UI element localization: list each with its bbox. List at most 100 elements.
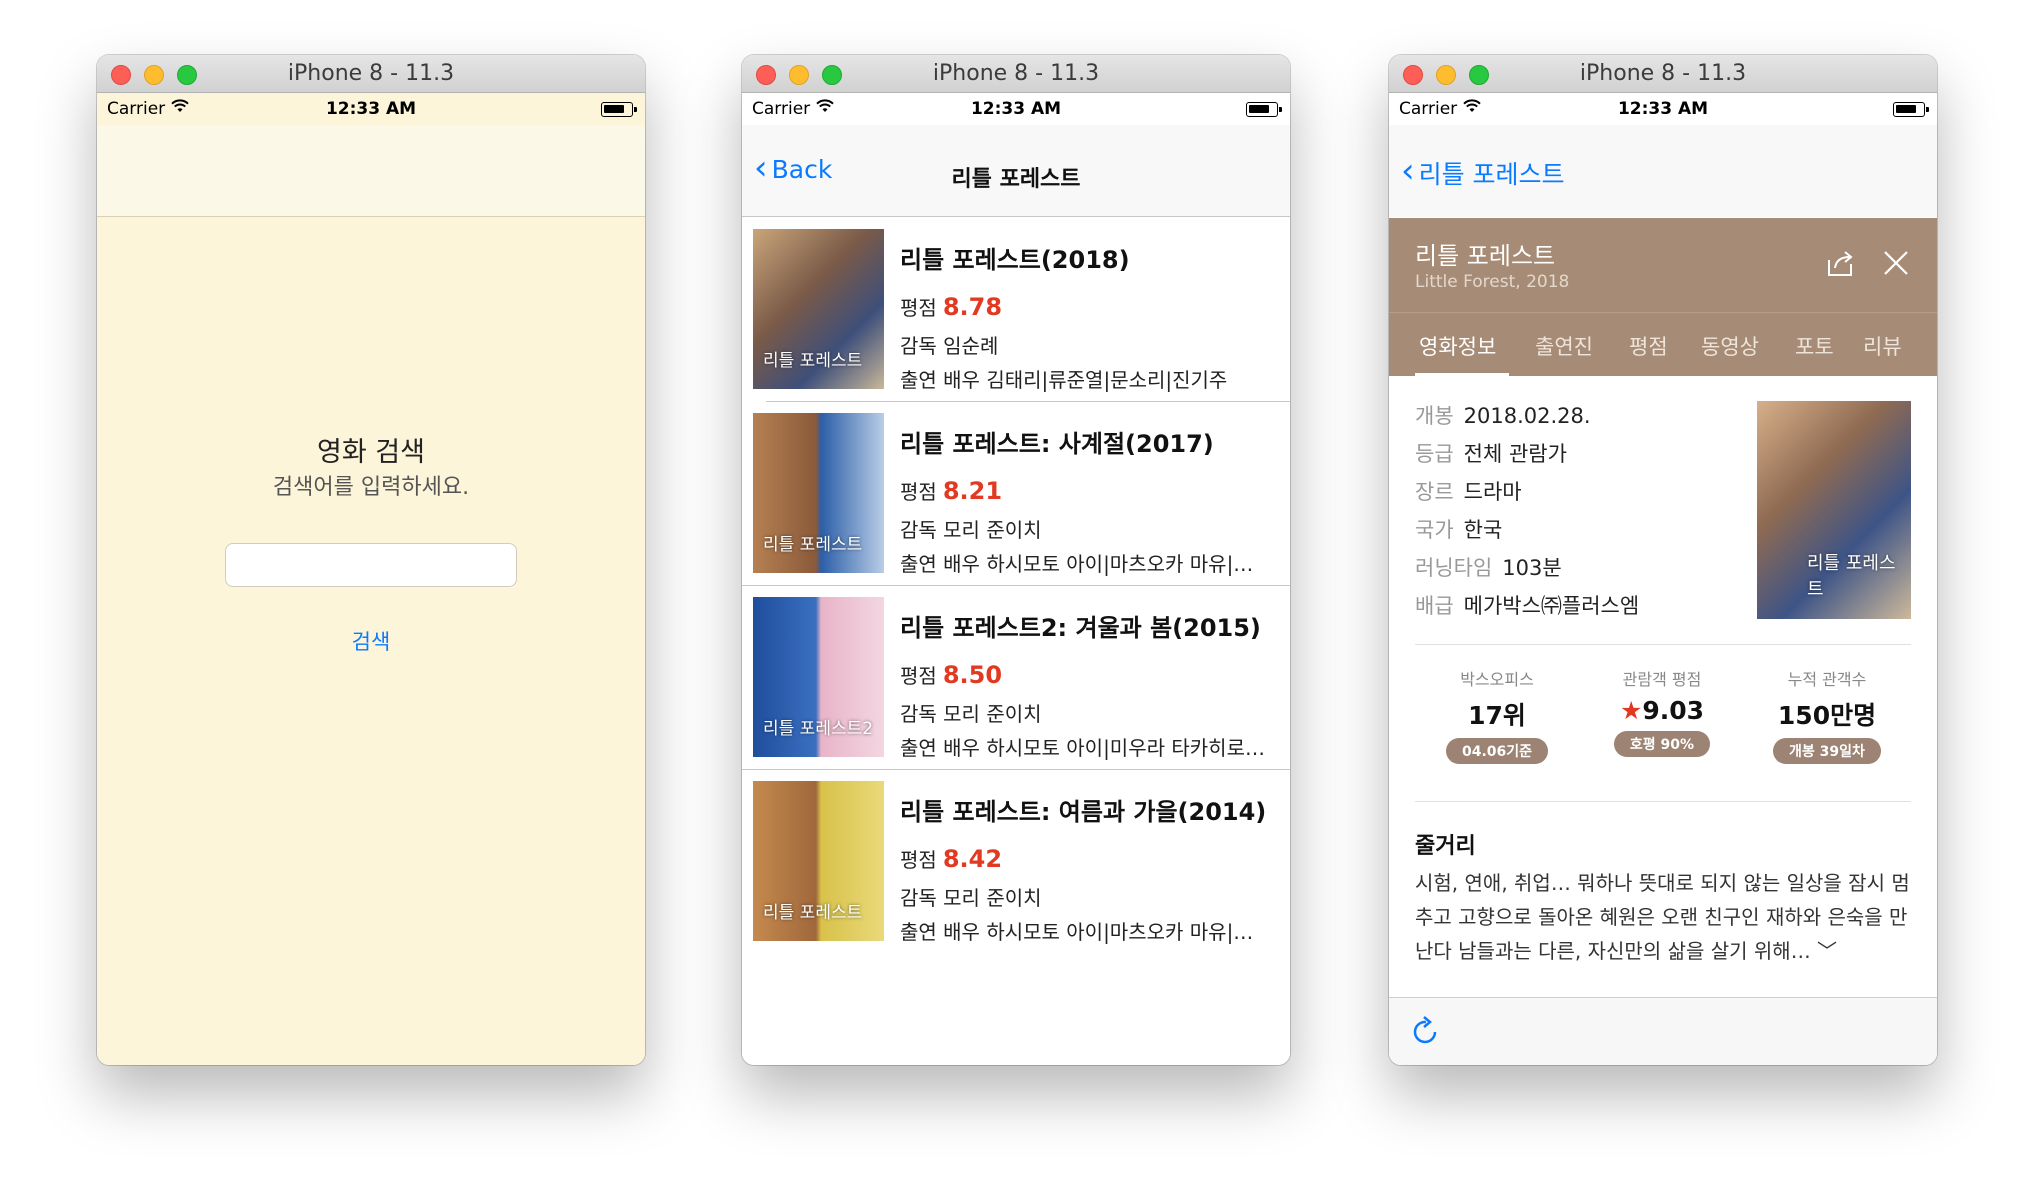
status-bar: Carrier 12:33 AM: [97, 93, 645, 125]
search-input[interactable]: [225, 543, 517, 587]
tab-video[interactable]: 동영상: [1701, 331, 1759, 361]
plot-heading: 줄거리: [1415, 834, 1476, 859]
search-screen: Carrier 12:33 AM 영화 검색 검색어를 입력하세요. 검색: [97, 93, 645, 1065]
info-country: 국가 한국: [1415, 518, 1503, 542]
info-grade: 등급 전체 관람가: [1415, 442, 1567, 466]
stat-label: 누적 관객수: [1787, 670, 1867, 689]
status-time: 12:33 AM: [970, 99, 1062, 119]
movie-row[interactable]: 리틀 포레스트2 리틀 포레스트2: 겨울과 봄(2015) 평점 8.50 감독…: [742, 586, 1290, 770]
stat-box-office: 박스오피스 17위 04.06기준: [1417, 666, 1577, 764]
stat-value: 17위: [1468, 701, 1526, 730]
movie-row[interactable]: 리틀 포레스트 리틀 포레스트(2018) 평점 8.78 감독 임순례 출연 배…: [742, 218, 1290, 402]
divider: [1415, 801, 1911, 802]
navigation-bar: [97, 125, 645, 217]
status-time: 12:33 AM: [325, 99, 417, 119]
movie-director: 감독 모리 준이치: [900, 702, 1042, 726]
movie-title: 리틀 포레스트: 여름과 가을(2014): [900, 798, 1267, 826]
stat-value: ★9.03: [1619, 696, 1705, 725]
movie-director: 감독 모리 준이치: [900, 518, 1042, 542]
rating-score: 8.21: [942, 477, 1003, 505]
poster-caption: 리틀 포레스트: [763, 535, 863, 555]
tab-cast[interactable]: 출연진: [1535, 331, 1593, 361]
star-icon: ★: [1619, 696, 1643, 725]
simulator-window-search: iPhone 8 - 11.3 Carrier 12:33 AM 영화 검색 검…: [97, 55, 645, 1065]
rating-score: 8.78: [942, 293, 1003, 321]
stat-badge: 개봉 39일차: [1773, 738, 1881, 764]
plot-text[interactable]: 시험, 연애, 취업… 뭐하나 뜻대로 되지 않는 일상을 잠시 멈추고 고향으…: [1415, 866, 1915, 968]
detail-tabs: 영화정보 출연진 평점 동영상 포토 리뷰: [1389, 312, 1937, 377]
info-genre: 장르 드라마: [1415, 480, 1522, 504]
rating-label: 평점: [900, 480, 937, 504]
movie-title: 리틀 포레스트2: 겨울과 봄(2015): [900, 614, 1261, 642]
rating-label: 평점: [900, 296, 937, 320]
window-title: iPhone 8 - 11.3: [932, 61, 1100, 86]
info-distributor: 배급 메가박스㈜플러스엠: [1415, 594, 1640, 618]
info-release: 개봉 2018.02.28.: [1415, 404, 1591, 428]
nav-title: 리틀 포레스트: [951, 167, 1081, 192]
tab-rating[interactable]: 평점: [1629, 331, 1668, 361]
battery-icon: [1893, 102, 1929, 117]
poster-caption: 리틀 포레스트: [1807, 553, 1896, 600]
movie-cast: 출연 배우 하시모토 아이|마츠오카 마유|…: [900, 552, 1254, 576]
window-title: iPhone 8 - 11.3: [287, 61, 455, 86]
window-titlebar: iPhone 8 - 11.3: [1389, 55, 1937, 93]
movie-poster: 리틀 포레스트: [753, 413, 884, 573]
navigation-bar: ‹ Back 리틀 포레스트: [742, 125, 1290, 217]
search-subtitle: 검색어를 입력하세요.: [272, 475, 470, 500]
results-screen: Carrier 12:33 AM ‹ Back 리틀 포레스트 리틀 포레스트 …: [742, 93, 1290, 1065]
back-label: 리틀 포레스트: [1418, 160, 1565, 189]
tab-movie-info[interactable]: 영화정보: [1419, 331, 1496, 361]
window-titlebar: iPhone 8 - 11.3: [742, 55, 1290, 93]
battery-icon: [1246, 102, 1282, 117]
tab-photo[interactable]: 포토: [1795, 331, 1834, 361]
search-title: 영화 검색: [317, 437, 425, 468]
movie-poster: 리틀 포레스트: [1757, 401, 1911, 619]
status-bar: Carrier 12:33 AM: [742, 93, 1290, 125]
bottom-toolbar: [1389, 997, 1937, 1065]
info-runtime: 러닝타임 103분: [1415, 556, 1562, 580]
movie-header-subtitle: Little Forest, 2018: [1415, 272, 1570, 292]
movie-poster: 리틀 포레스트: [753, 781, 884, 941]
chevron-left-icon: ‹: [1401, 151, 1415, 191]
movie-info-panel: 개봉 2018.02.28. 등급 전체 관람가 장르 드라마 국가 한국 러닝타임 10…: [1389, 376, 1937, 976]
movie-rating: 평점 8.50: [900, 660, 1002, 689]
movie-title: 리틀 포레스트(2018): [900, 246, 1130, 274]
rating-label: 평점: [900, 664, 937, 688]
battery-icon: [601, 102, 637, 117]
search-button[interactable]: 검색: [97, 625, 645, 657]
movie-rating: 평점 8.78: [900, 292, 1002, 321]
close-icon[interactable]: [1879, 246, 1913, 280]
detail-screen: Carrier 12:33 AM ‹ 리틀 포레스트 리틀 포레스트 Littl…: [1389, 93, 1937, 1065]
rating-label: 평점: [900, 848, 937, 872]
divider: [1415, 644, 1911, 645]
status-time: 12:33 AM: [1617, 99, 1709, 119]
share-icon[interactable]: [1823, 246, 1857, 280]
movie-cast: 출연 배우 하시모토 아이|미우라 타카히로…: [900, 736, 1265, 760]
movie-header: 리틀 포레스트 Little Forest, 2018: [1389, 218, 1937, 312]
stat-badge: 호평 90%: [1613, 731, 1711, 757]
poster-caption: 리틀 포레스트: [763, 351, 863, 371]
movie-rating: 평점 8.21: [900, 476, 1002, 505]
movie-title: 리틀 포레스트: 사계절(2017): [900, 430, 1214, 458]
tab-review[interactable]: 리뷰: [1863, 331, 1902, 361]
poster-caption: 리틀 포레스트2: [763, 719, 874, 739]
rating-score: 8.42: [942, 845, 1003, 873]
movie-row[interactable]: 리틀 포레스트 리틀 포레스트: 사계절(2017) 평점 8.21 감독 모리 …: [742, 402, 1290, 586]
window-titlebar: iPhone 8 - 11.3: [97, 55, 645, 93]
movie-row[interactable]: 리틀 포레스트 리틀 포레스트: 여름과 가을(2014) 평점 8.42 감독 …: [742, 770, 1290, 954]
poster-caption: 리틀 포레스트: [763, 903, 863, 923]
status-bar: Carrier 12:33 AM: [1389, 93, 1937, 125]
rating-score: 8.50: [942, 661, 1003, 689]
movie-poster: 리틀 포레스트2: [753, 597, 884, 757]
window-title: iPhone 8 - 11.3: [1579, 61, 1747, 86]
back-button[interactable]: ‹ 리틀 포레스트: [1401, 151, 1565, 191]
stat-badge: 04.06기준: [1445, 738, 1549, 764]
stat-label: 박스오피스: [1460, 670, 1534, 689]
movie-poster: 리틀 포레스트: [753, 229, 884, 389]
navigation-bar: ‹ 리틀 포레스트: [1389, 125, 1937, 217]
movie-cast: 출연 배우 김태리|류준열|문소리|진기주: [900, 368, 1228, 392]
refresh-icon[interactable]: [1409, 1014, 1443, 1048]
movie-header-title: 리틀 포레스트: [1415, 242, 1556, 270]
stat-cumulative-audience: 누적 관객수 150만명 개봉 39일차: [1747, 666, 1907, 764]
stat-label: 관람객 평점: [1622, 670, 1702, 689]
